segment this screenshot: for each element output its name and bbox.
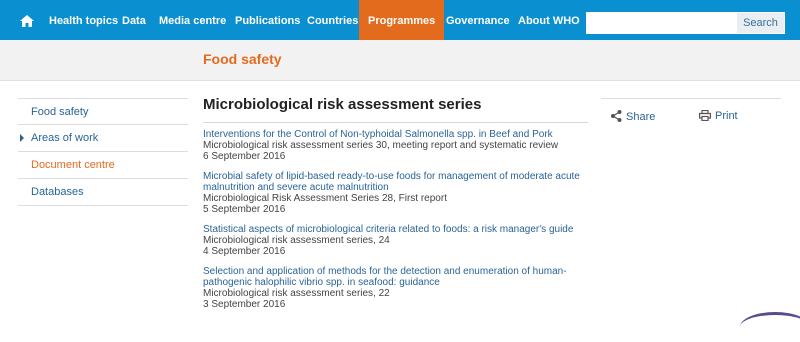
nav-health-topics[interactable]: Health topics <box>49 0 118 40</box>
print-button[interactable]: Print <box>699 109 738 122</box>
leftnav-item-label: Databases <box>31 186 84 198</box>
document-series: Microbiological risk assessment series, … <box>203 235 390 246</box>
leftnav-item-label: Document centre <box>31 159 115 171</box>
document-link[interactable]: Statistical aspects of microbiological c… <box>203 224 588 235</box>
leftnav-item-food-safety[interactable]: Food safety <box>18 98 188 125</box>
document-item: Statistical aspects of microbiological c… <box>203 224 588 257</box>
nav-about-who[interactable]: About WHO <box>518 0 580 40</box>
document-date: 3 September 2016 <box>203 299 286 310</box>
document-date: 5 September 2016 <box>203 204 286 215</box>
document-link[interactable]: Interventions for the Control of Non-typ… <box>203 129 588 140</box>
print-icon <box>699 109 712 122</box>
top-navigation: Health topics Data Media centre Publicat… <box>0 0 800 40</box>
document-link[interactable]: Microbial safety of lipid-based ready-to… <box>203 171 588 193</box>
leftnav-item-document-centre[interactable]: Document centre <box>18 152 188 179</box>
document-date: 6 September 2016 <box>203 151 286 162</box>
document-series: Microbiological Risk Assessment Series 2… <box>203 193 447 204</box>
document-link[interactable]: Selection and application of methods for… <box>203 266 588 288</box>
nav-countries[interactable]: Countries <box>307 0 358 40</box>
document-date: 4 September 2016 <box>203 246 286 257</box>
share-button[interactable]: Share <box>611 110 655 123</box>
leftnav-item-label: Areas of work <box>31 132 99 144</box>
home-icon[interactable] <box>16 10 38 32</box>
leftnav-item-databases[interactable]: Databases <box>18 179 188 206</box>
title-divider <box>203 122 588 123</box>
document-series: Microbiological risk assessment series, … <box>203 288 390 299</box>
caret-right-icon <box>20 134 24 142</box>
share-print-panel: Share Print <box>601 98 781 138</box>
document-series: Microbiological risk assessment series 3… <box>203 140 559 151</box>
section-title: Food safety <box>203 51 282 67</box>
main-content: Microbiological risk assessment series I… <box>203 96 588 319</box>
document-item: Interventions for the Control of Non-typ… <box>203 129 588 162</box>
search-input[interactable] <box>586 12 736 34</box>
search-button[interactable]: Search <box>736 12 785 34</box>
nav-publications[interactable]: Publications <box>235 0 300 40</box>
left-navigation: Food safety Areas of work Document centr… <box>18 98 188 206</box>
share-icon <box>611 110 622 122</box>
nav-data[interactable]: Data <box>122 0 146 40</box>
leftnav-item-label: Food safety <box>31 106 89 118</box>
nav-media-centre[interactable]: Media centre <box>159 0 226 40</box>
leftnav-item-areas-of-work[interactable]: Areas of work <box>18 125 188 152</box>
page-title: Microbiological risk assessment series <box>203 96 482 113</box>
decorative-arc <box>740 312 800 342</box>
nav-programmes[interactable]: Programmes <box>359 0 445 40</box>
section-banner: Food safety <box>0 40 800 81</box>
print-label: Print <box>715 110 738 122</box>
share-label: Share <box>626 111 656 123</box>
document-item: Selection and application of methods for… <box>203 266 588 310</box>
document-item: Microbial safety of lipid-based ready-to… <box>203 171 588 215</box>
nav-governance[interactable]: Governance <box>446 0 510 40</box>
